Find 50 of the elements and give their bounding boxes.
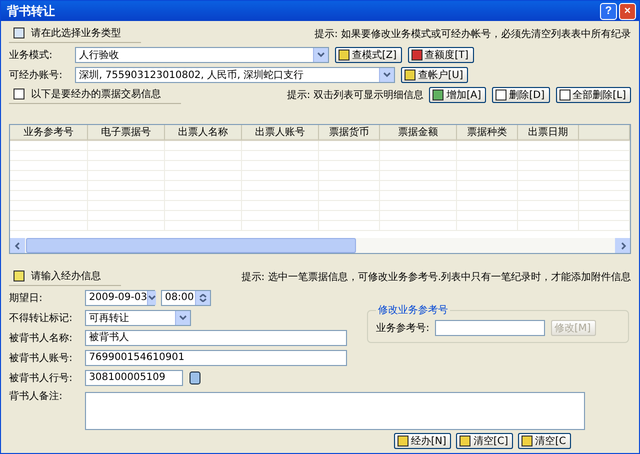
section-heading: 请在此选择业务类型 (31, 26, 121, 40)
column-header[interactable]: 出票日期 (518, 125, 579, 140)
horizontal-scrollbar[interactable] (10, 238, 630, 253)
input-field[interactable]: 308100005109 (85, 370, 183, 386)
input-field[interactable]: 被背书人 (85, 330, 347, 346)
scroll-left-icon[interactable] (14, 242, 22, 250)
time-field[interactable]: 08:00 (161, 290, 211, 306)
list-button[interactable]: 全部删除[L] (556, 87, 631, 103)
query-button[interactable]: 查额度[T] (408, 46, 474, 62)
action-button[interactable]: 经办[N] (394, 433, 452, 449)
section-heading: 以下是要经办的票据交易信息 (31, 88, 161, 100)
hint-text: 提示: 如果要修改业务模式或可经办帐号，必须先清空列表表中所有纪录 (314, 28, 631, 41)
column-header[interactable]: 出票人账号 (242, 125, 319, 140)
field-label: 被背书人账号: (9, 352, 74, 364)
action-button[interactable]: 清空[C] (456, 433, 514, 449)
field-label: 被背书人名称: (9, 332, 74, 344)
group-title: 修改业务参考号 (377, 304, 449, 317)
select-field[interactable]: 深圳, 755903123010802, 人民币, 深圳蛇口支行 (75, 66, 395, 82)
field-label: 被背书人行号: (9, 372, 74, 384)
column-header[interactable]: 票据种类 (457, 125, 518, 140)
date-field[interactable]: 2009-09-03 (85, 290, 155, 306)
close-button[interactable]: × (619, 2, 636, 20)
hint-text: 提示: 选中一笔票据信息，可修改业务参考号.列表中只有一笔纪录时，才能添加附件信息 (241, 270, 631, 284)
column-header[interactable]: 电子票据号 (88, 125, 165, 140)
help-button[interactable]: ? (600, 2, 617, 20)
query-button[interactable]: 查帐户[U] (401, 66, 468, 82)
section-heading: 请输入经办信息 (31, 270, 101, 282)
list-button[interactable]: 删除[D] (492, 87, 550, 103)
field-label: 不得转让标记: (9, 312, 74, 324)
field-label: 业务参考号: (376, 322, 430, 334)
column-header[interactable]: 票据金额 (380, 125, 457, 140)
field-label: 背书人备注: (9, 390, 64, 403)
window-title: 背书转让 (7, 2, 56, 20)
column-header[interactable]: 票据货币 (319, 125, 380, 140)
list-button[interactable]: 增加[A] (429, 87, 486, 103)
column-header[interactable]: 出票人名称 (165, 125, 242, 140)
spinner-icon[interactable] (199, 294, 207, 302)
input-field[interactable] (435, 320, 546, 336)
field-label: 可经办账号: (9, 68, 64, 82)
select-field[interactable]: 可再转让 (85, 310, 191, 326)
action-button[interactable]: 清空[C (518, 433, 571, 449)
field-label: 期望日: (9, 292, 44, 304)
remark-field[interactable] (85, 392, 585, 430)
field-label: 业务模式: (9, 48, 54, 62)
scroll-right-icon[interactable] (618, 242, 626, 250)
select-field[interactable]: 人行验收 (75, 46, 329, 62)
query-button[interactable]: 查模式[Z] (335, 46, 402, 62)
hint-text: 提示: 双击列表可显示明细信息 (286, 88, 424, 102)
input-field[interactable]: 769900154610901 (85, 350, 347, 366)
column-header[interactable]: 业务参考号 (10, 125, 88, 140)
